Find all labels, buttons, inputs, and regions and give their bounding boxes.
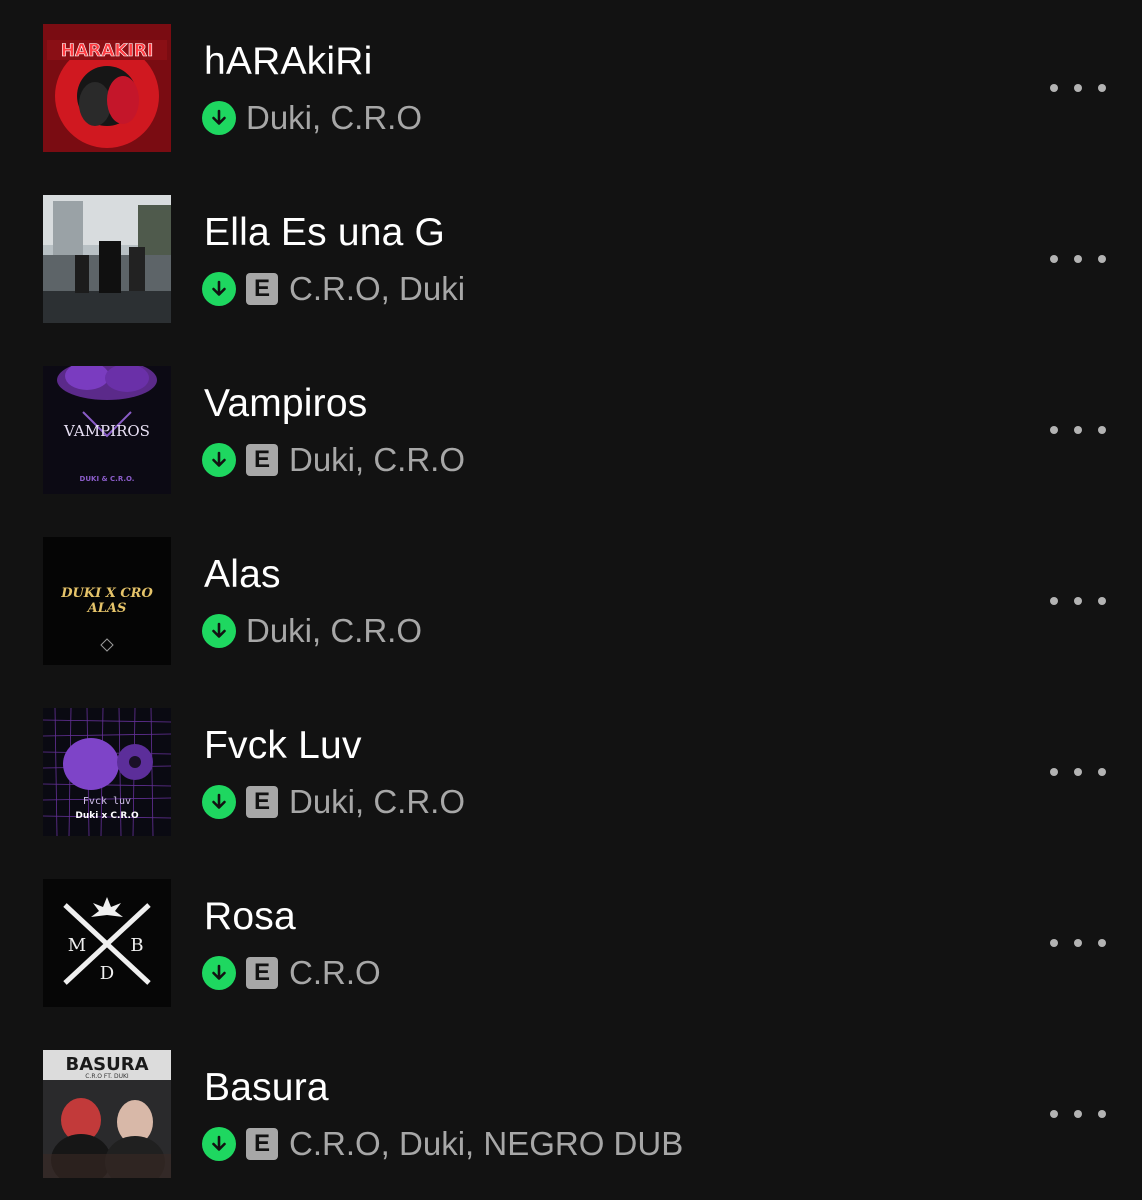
track-title[interactable]: Fvck Luv <box>204 724 362 768</box>
more-options-button[interactable] <box>1050 412 1106 448</box>
album-cover: HARAKIRI <box>43 24 171 152</box>
track-meta: E Duki, C.R.O <box>202 783 465 821</box>
svg-text:M: M <box>68 935 86 956</box>
more-options-button[interactable] <box>1050 1096 1106 1132</box>
explicit-badge: E <box>246 786 278 818</box>
track-list: HARAKIRI hARAkiRi Duki, C.R.O Ella Es un… <box>0 0 1142 1200</box>
svg-text:HARAKIRI: HARAKIRI <box>61 41 154 61</box>
track-row[interactable]: VAMPIROS DUKI & C.R.O. Vampiros E Duki, … <box>0 342 1142 513</box>
track-artists[interactable]: Duki, C.R.O <box>289 783 465 821</box>
svg-text:Duki x C.R.O: Duki x C.R.O <box>75 811 139 821</box>
explicit-badge: E <box>246 273 278 305</box>
album-cover: DUKI X CRO ALAS <box>43 537 171 665</box>
track-title[interactable]: Basura <box>204 1066 329 1110</box>
svg-text:BASURA: BASURA <box>65 1054 148 1075</box>
track-meta: E Duki, C.R.O <box>202 441 465 479</box>
svg-text:C.R.O FT. DUKI: C.R.O FT. DUKI <box>85 1073 129 1080</box>
svg-text:D: D <box>100 963 114 984</box>
album-cover <box>43 195 171 323</box>
more-options-button[interactable] <box>1050 241 1106 277</box>
downloaded-icon <box>202 614 236 648</box>
svg-text:B: B <box>130 935 143 956</box>
downloaded-icon <box>202 785 236 819</box>
more-options-button[interactable] <box>1050 754 1106 790</box>
svg-text:VAMPIROS: VAMPIROS <box>63 422 150 440</box>
downloaded-icon <box>202 956 236 990</box>
track-title[interactable]: Vampiros <box>204 382 367 426</box>
track-row[interactable]: DUKI X CRO ALAS Alas Duki, C.R.O <box>0 513 1142 684</box>
downloaded-icon <box>202 101 236 135</box>
track-title[interactable]: Alas <box>204 553 281 597</box>
album-cover: VAMPIROS DUKI & C.R.O. <box>43 366 171 494</box>
track-artists[interactable]: Duki, C.R.O <box>246 99 422 137</box>
track-meta: Duki, C.R.O <box>202 99 422 137</box>
svg-text:ALAS: ALAS <box>86 601 127 616</box>
more-options-button[interactable] <box>1050 583 1106 619</box>
track-meta: E C.R.O, Duki <box>202 270 465 308</box>
track-row[interactable]: BASURA C.R.O FT. DUKI Basura E C.R.O, Du… <box>0 1026 1142 1197</box>
svg-text:Fvck luv: Fvck luv <box>83 796 131 807</box>
track-meta: Duki, C.R.O <box>202 612 422 650</box>
downloaded-icon <box>202 272 236 306</box>
track-artists[interactable]: C.R.O, Duki <box>289 270 465 308</box>
svg-text:DUKI X CRO: DUKI X CRO <box>60 586 153 601</box>
explicit-badge: E <box>246 444 278 476</box>
downloaded-icon <box>202 443 236 477</box>
album-cover: BASURA C.R.O FT. DUKI <box>43 1050 171 1178</box>
track-title[interactable]: Ella Es una G <box>204 211 445 255</box>
explicit-badge: E <box>246 1128 278 1160</box>
track-meta: E C.R.O, Duki, NEGRO DUB <box>202 1125 683 1163</box>
track-title[interactable]: Rosa <box>204 895 296 939</box>
track-artists[interactable]: Duki, C.R.O <box>289 441 465 479</box>
album-cover: Fvck luv Duki x C.R.O <box>43 708 171 836</box>
album-cover: M B D <box>43 879 171 1007</box>
track-title[interactable]: hARAkiRi <box>204 40 372 84</box>
more-options-button[interactable] <box>1050 925 1106 961</box>
track-meta: E C.R.O <box>202 954 381 992</box>
track-row[interactable]: Ella Es una G E C.R.O, Duki <box>0 171 1142 342</box>
track-artists[interactable]: C.R.O <box>289 954 381 992</box>
track-row[interactable]: M B D Rosa E C.R.O <box>0 855 1142 1026</box>
explicit-badge: E <box>246 957 278 989</box>
track-artists[interactable]: C.R.O, Duki, NEGRO DUB <box>289 1125 683 1163</box>
track-row[interactable]: HARAKIRI hARAkiRi Duki, C.R.O <box>0 0 1142 171</box>
more-options-button[interactable] <box>1050 70 1106 106</box>
track-row[interactable]: Fvck luv Duki x C.R.O Fvck Luv E Duki, C… <box>0 684 1142 855</box>
track-artists[interactable]: Duki, C.R.O <box>246 612 422 650</box>
downloaded-icon <box>202 1127 236 1161</box>
svg-text:DUKI & C.R.O.: DUKI & C.R.O. <box>80 475 135 483</box>
